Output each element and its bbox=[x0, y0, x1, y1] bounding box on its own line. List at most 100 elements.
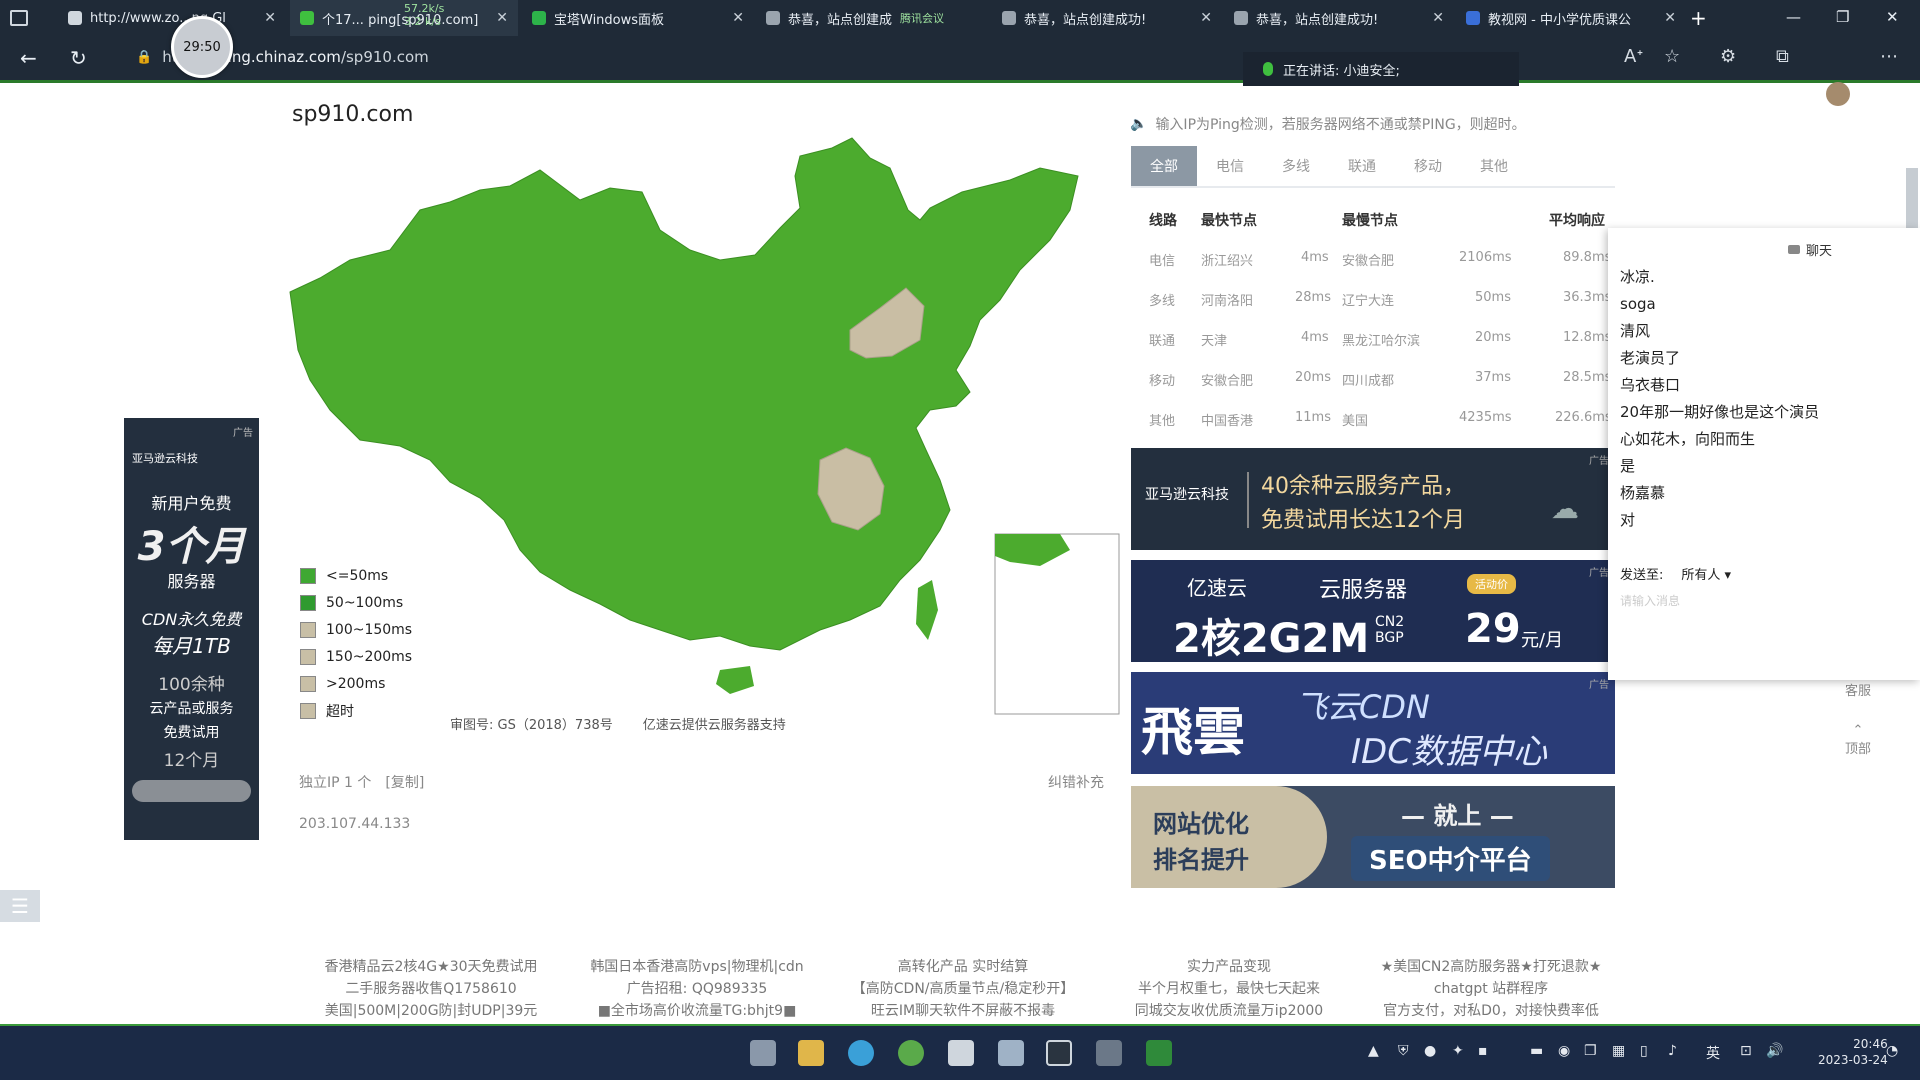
refresh-icon[interactable]: ↻ bbox=[70, 46, 87, 70]
right-ad-yisu[interactable]: 广告 亿速云 云服务器 活动价 2核2G2M CN2 BGP 29 元/月 bbox=[1131, 560, 1615, 662]
file-explorer-icon[interactable] bbox=[798, 1040, 824, 1066]
tab-7[interactable]: 教视网 - 中小学优质课公 ✕ bbox=[1456, 0, 1686, 36]
tab-5-close-icon[interactable]: ✕ bbox=[1200, 10, 1212, 26]
url-field[interactable]: 🔒 http:// ping.chinaz.com /sp910.com bbox=[136, 42, 1216, 72]
system-clock[interactable]: 20:46 2023-03-24 bbox=[1818, 1036, 1888, 1068]
notepad-icon[interactable] bbox=[1146, 1040, 1172, 1066]
edge-browser-icon[interactable] bbox=[848, 1040, 874, 1066]
terminal-icon[interactable] bbox=[1046, 1040, 1072, 1066]
start-icon[interactable] bbox=[750, 1040, 776, 1066]
chat-input[interactable]: 请输入消息 bbox=[1620, 592, 1680, 609]
ime-indicator[interactable]: 英 bbox=[1706, 1043, 1720, 1063]
footer-link[interactable]: 官方支付，对私D0，对接快费率低 bbox=[1356, 1000, 1626, 1022]
speaking-text: 正在讲话: 小迪安全; bbox=[1283, 63, 1400, 79]
extensions-icon[interactable]: ⚙ bbox=[1720, 46, 1736, 67]
right-ad-seo[interactable]: 网站优化 排名提升 — 就上 — SEO中介平台 bbox=[1131, 786, 1615, 888]
tray-chat-icon[interactable]: ▬ bbox=[1530, 1043, 1543, 1059]
read-aloud-icon[interactable]: Aᐩ bbox=[1624, 46, 1643, 67]
footer-link[interactable]: 半个月权重七，最快七天起来 bbox=[1094, 978, 1364, 1000]
send-to-select[interactable]: 所有人 ▾ bbox=[1681, 564, 1731, 583]
collections-icon[interactable]: ⧉ bbox=[1776, 46, 1789, 67]
tray-wechat-icon[interactable]: ◉ bbox=[1558, 1043, 1570, 1059]
photos-icon[interactable] bbox=[998, 1040, 1024, 1066]
correct-link[interactable]: 纠错补充 bbox=[1048, 772, 1104, 792]
tab-other[interactable]: 其他 bbox=[1461, 146, 1527, 186]
left-banner-ad[interactable]: 广告 亚马逊云科技 新用户免费 3个月 服务器 CDN永久免费 每月1TB 10… bbox=[124, 418, 259, 840]
copy-ip-button[interactable]: [复制] bbox=[385, 772, 424, 792]
footer-link[interactable]: 同城交友收优质流量万ip2000 bbox=[1094, 1000, 1364, 1022]
favorite-star-icon[interactable]: ☆ bbox=[1664, 46, 1680, 67]
tab-2-close-icon[interactable]: ✕ bbox=[496, 10, 508, 26]
network-icon[interactable]: ⊡ bbox=[1740, 1043, 1752, 1059]
footer-link[interactable]: 广告招租: QQ989335 bbox=[562, 978, 832, 1000]
tab-1-close-icon[interactable]: ✕ bbox=[264, 10, 276, 26]
new-tab-button[interactable]: + bbox=[1690, 6, 1707, 30]
tray-shield-icon[interactable]: ⛨ bbox=[1398, 1043, 1409, 1059]
speaking-indicator: 正在讲话: 小迪安全; bbox=[1243, 52, 1519, 86]
legend-label: 100~150ms bbox=[326, 621, 413, 638]
tab-mobile[interactable]: 移动 bbox=[1395, 146, 1461, 186]
tab-all[interactable]: 全部 bbox=[1131, 146, 1197, 186]
chat-panel: 聊天 冰凉. soga 清风 老演员了 乌衣巷口 20年那一期好像也是这个演员 … bbox=[1608, 228, 1920, 680]
footer-link[interactable]: 实力产品变现 bbox=[1094, 956, 1364, 978]
footer-link[interactable]: 美国|500M|200G防|封UDP|39元 bbox=[296, 1000, 566, 1022]
calculator-icon[interactable] bbox=[1096, 1040, 1122, 1066]
net-speed-up: 57.2k/s bbox=[404, 2, 445, 15]
footer-link[interactable]: ■全市场高价收流量TG:bhjt9■ bbox=[562, 1000, 832, 1022]
footer-link[interactable]: ★美国CN2高防服务器★打死退款★ bbox=[1356, 956, 1626, 978]
ad-cta-button[interactable] bbox=[132, 780, 251, 802]
footer-link[interactable]: chatgpt 站群程序 bbox=[1356, 978, 1626, 1000]
tray-app-icon[interactable]: ✦ bbox=[1452, 1043, 1464, 1059]
page-scrollbar[interactable] bbox=[1906, 168, 1918, 228]
chrome-browser-icon[interactable] bbox=[898, 1040, 924, 1066]
legend-label: 超时 bbox=[326, 703, 354, 720]
tray-mic-icon[interactable]: ♪ bbox=[1668, 1043, 1677, 1059]
app-icon[interactable] bbox=[948, 1040, 974, 1066]
tray-grid-icon[interactable]: ▦ bbox=[1612, 1043, 1625, 1059]
ad-line: 12个月 bbox=[163, 751, 220, 771]
ad-line: IDC数据中心 bbox=[1351, 732, 1547, 772]
tab-5[interactable]: 恭喜，站点创建成功! ✕ bbox=[992, 0, 1222, 36]
side-menu-icon[interactable]: ☰ bbox=[0, 890, 40, 922]
customer-service-button[interactable]: 客服 bbox=[1838, 680, 1878, 699]
map-region-taiwan bbox=[916, 580, 938, 640]
footer-links: 香港精品云2核4G★30天免费试用 二手服务器收售Q1758610 美国|500… bbox=[296, 956, 1626, 1026]
footer-link[interactable]: 二手服务器收售Q1758610 bbox=[296, 978, 566, 1000]
tab-multiline[interactable]: 多线 bbox=[1263, 146, 1329, 186]
back-to-top-button[interactable]: ⌃ 顶部 bbox=[1838, 723, 1878, 757]
tray-app-icon[interactable]: ● bbox=[1424, 1043, 1436, 1059]
tab-6-close-icon[interactable]: ✕ bbox=[1432, 10, 1444, 26]
right-ad-feiyun[interactable]: 广告 飛雲 飞云CDN IDC数据中心 bbox=[1131, 672, 1615, 774]
tab-3[interactable]: 宝塔Windows面板 ✕ bbox=[522, 0, 754, 36]
tray-window-icon[interactable]: ❐ bbox=[1584, 1043, 1597, 1059]
minimize-button[interactable]: — bbox=[1786, 8, 1801, 26]
footer-link[interactable]: 【高防CDN/高质量节点/稳定秒开】 bbox=[828, 978, 1098, 1000]
tray-app-icon[interactable]: ▲ bbox=[1368, 1043, 1379, 1059]
tray-battery-icon[interactable]: ▯ bbox=[1640, 1043, 1648, 1059]
tab-6[interactable]: 恭喜，站点创建成功! ✕ bbox=[1224, 0, 1454, 36]
cell-line: 多线 bbox=[1149, 294, 1176, 309]
notification-icon[interactable]: ◔ bbox=[1886, 1043, 1898, 1059]
profile-avatar[interactable] bbox=[1826, 82, 1850, 106]
maximize-button[interactable]: ❐ bbox=[1836, 8, 1849, 26]
footer-link[interactable]: 旺云IM聊天软件不屏蔽不报毒 bbox=[828, 1000, 1098, 1022]
volume-icon[interactable]: 🔊 bbox=[1766, 1043, 1783, 1059]
tab-actions-menu[interactable] bbox=[0, 0, 60, 36]
close-window-button[interactable]: ✕ bbox=[1886, 8, 1899, 26]
tab-3-close-icon[interactable]: ✕ bbox=[732, 10, 744, 26]
footer-link[interactable]: 香港精品云2核4G★30天免费试用 bbox=[296, 956, 566, 978]
tab-telecom[interactable]: 电信 bbox=[1197, 146, 1263, 186]
footer-link[interactable]: 韩国日本香港高防vps|物理机|cdn bbox=[562, 956, 832, 978]
tab-4[interactable]: 恭喜，站点创建成 腾讯会议 bbox=[756, 0, 986, 36]
right-ad-aws[interactable]: 广告 亚马逊云科技 40余种云服务产品， 免费试用长达12个月 ☁ bbox=[1131, 448, 1615, 550]
net-speed-down: 3.2 k/s bbox=[404, 15, 441, 28]
footer-link[interactable]: 高转化产品 实时结算 bbox=[828, 956, 1098, 978]
legend-item: 超时 bbox=[300, 697, 412, 724]
more-menu-icon[interactable]: ⋯ bbox=[1880, 46, 1898, 67]
map-sponsor-link[interactable]: 亿速云提供云服务器支持 bbox=[643, 714, 786, 733]
back-arrow-icon[interactable]: ← bbox=[20, 46, 37, 70]
tab-unicom[interactable]: 联通 bbox=[1329, 146, 1395, 186]
tab-1[interactable]: http://www.zo...ng Gl ✕ bbox=[58, 0, 286, 36]
tab-7-close-icon[interactable]: ✕ bbox=[1664, 10, 1676, 26]
tray-app-icon[interactable]: ▪ bbox=[1478, 1043, 1488, 1059]
